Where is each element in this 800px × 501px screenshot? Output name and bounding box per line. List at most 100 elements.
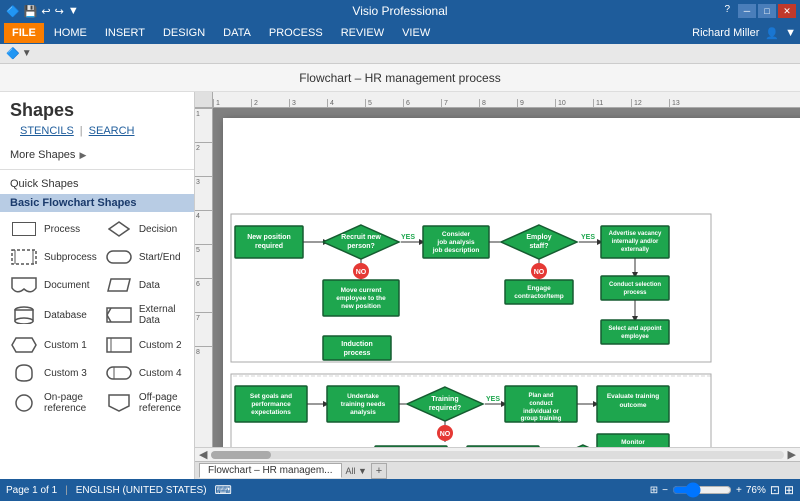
add-page-button[interactable]: + bbox=[371, 463, 387, 479]
svg-text:Select and appoint: Select and appoint bbox=[608, 326, 661, 332]
ruler-horizontal: 1 2 3 4 5 6 7 8 9 10 11 12 13 bbox=[195, 92, 800, 108]
ruler-mark-6: 6 bbox=[403, 99, 441, 107]
shapes-category[interactable]: Basic Flowchart Shapes bbox=[0, 194, 194, 212]
svg-text:job description: job description bbox=[432, 247, 480, 254]
drawing-canvas[interactable]: New position required Recruit new person… bbox=[213, 108, 800, 447]
insert-menu[interactable]: INSERT bbox=[97, 23, 153, 43]
svg-text:training needs: training needs bbox=[341, 401, 386, 408]
ruler-mark-10: 10 bbox=[555, 99, 593, 107]
svg-text:expectations: expectations bbox=[251, 409, 291, 416]
sidebar-divider-1 bbox=[0, 169, 194, 170]
ruler-mark-9: 9 bbox=[517, 99, 555, 107]
close-button[interactable]: ✕ bbox=[778, 4, 796, 18]
restore-button[interactable]: □ bbox=[758, 4, 776, 18]
offpage-ref-icon bbox=[105, 394, 133, 412]
shape-offpage-ref[interactable]: Off-page reference bbox=[103, 390, 186, 416]
scroll-thumb[interactable] bbox=[211, 451, 271, 459]
ruler-v-1: 1 bbox=[195, 108, 212, 142]
shape-startend-label: Start/End bbox=[139, 252, 181, 263]
svg-text:employee to the: employee to the bbox=[336, 295, 386, 302]
language-status: ENGLISH (UNITED STATES) bbox=[76, 485, 207, 496]
scroll-track[interactable] bbox=[211, 451, 783, 459]
user-dropdown[interactable]: ▼ bbox=[785, 27, 796, 39]
subprocess-icon bbox=[10, 248, 38, 266]
flowchart-svg: New position required Recruit new person… bbox=[223, 118, 800, 447]
shape-custom2[interactable]: Custom 2 bbox=[103, 334, 186, 356]
svg-text:NO: NO bbox=[534, 269, 545, 276]
ribbon-icon-1[interactable]: 🔷 bbox=[6, 47, 20, 60]
stencils-tab[interactable]: STENCILS bbox=[20, 125, 74, 137]
all-pages-dropdown[interactable]: All ▼ bbox=[346, 466, 367, 476]
shape-custom3[interactable]: Custom 3 bbox=[8, 362, 99, 384]
database-icon bbox=[10, 306, 38, 324]
ruler-v-4: 4 bbox=[195, 210, 212, 244]
view-menu[interactable]: VIEW bbox=[394, 23, 438, 43]
home-menu[interactable]: HOME bbox=[46, 23, 95, 43]
shape-process[interactable]: Process bbox=[8, 218, 99, 240]
ruler-mark-2: 2 bbox=[251, 99, 289, 107]
data-menu[interactable]: DATA bbox=[215, 23, 259, 43]
shape-decision[interactable]: Decision bbox=[103, 218, 186, 240]
svg-text:process: process bbox=[623, 290, 647, 296]
svg-text:required: required bbox=[255, 243, 283, 250]
svg-text:Engage: Engage bbox=[527, 285, 551, 292]
ruler-mark-5: 5 bbox=[365, 99, 403, 107]
zoom-in-btn[interactable]: + bbox=[736, 485, 742, 496]
document-title: Flowchart – HR management process bbox=[0, 64, 800, 92]
process-menu[interactable]: PROCESS bbox=[261, 23, 331, 43]
scroll-left-btn[interactable]: ◀ bbox=[199, 448, 207, 461]
ruler-mark-8: 8 bbox=[479, 99, 517, 107]
shape-process-label: Process bbox=[44, 224, 80, 235]
quick-redo[interactable]: ↪ bbox=[55, 5, 64, 18]
scroll-right-btn[interactable]: ▶ bbox=[788, 448, 796, 461]
main-content: Shapes STENCILS | SEARCH More Shapes ▶ Q… bbox=[0, 92, 800, 479]
shape-custom4[interactable]: Custom 4 bbox=[103, 362, 186, 384]
svg-text:employee: employee bbox=[621, 334, 649, 340]
shape-custom3-label: Custom 3 bbox=[44, 368, 87, 379]
zoom-out-btn[interactable]: − bbox=[662, 485, 668, 496]
shape-subprocess[interactable]: Subprocess bbox=[8, 246, 99, 268]
quick-save[interactable]: 💾 bbox=[24, 5, 38, 18]
svg-text:staff?: staff? bbox=[529, 243, 548, 250]
more-shapes-header[interactable]: More Shapes ▶ bbox=[0, 145, 194, 165]
shape-startend[interactable]: Start/End bbox=[103, 246, 186, 268]
search-tab[interactable]: SEARCH bbox=[89, 125, 135, 137]
page-number: Page 1 of 1 bbox=[6, 485, 57, 496]
quick-undo[interactable]: ↩ bbox=[41, 5, 50, 18]
shape-decision-label: Decision bbox=[139, 224, 177, 235]
onpage-ref-icon bbox=[10, 394, 38, 412]
review-menu[interactable]: REVIEW bbox=[333, 23, 392, 43]
help-icon[interactable]: ? bbox=[724, 4, 730, 18]
quick-customize[interactable]: ▼ bbox=[68, 5, 79, 17]
custom2-icon bbox=[105, 336, 133, 354]
file-menu[interactable]: FILE bbox=[4, 23, 44, 43]
tab-separator: | bbox=[80, 125, 83, 137]
separator-1: | bbox=[65, 485, 68, 496]
shape-onpage-ref[interactable]: On-page reference bbox=[8, 390, 99, 416]
page-tab[interactable]: Flowchart – HR managem... bbox=[199, 463, 342, 478]
quick-shapes-label: Quick Shapes bbox=[0, 174, 194, 194]
fit-width-btn[interactable]: ⊞ bbox=[784, 483, 794, 497]
svg-text:new position: new position bbox=[341, 303, 381, 310]
shape-external-data[interactable]: External Data bbox=[103, 302, 186, 328]
svg-text:Conduct selection: Conduct selection bbox=[609, 282, 661, 288]
ribbon-label: ▼ bbox=[22, 48, 32, 59]
minimize-button[interactable]: ─ bbox=[738, 4, 756, 18]
horizontal-scrollbar[interactable]: ◀ ▶ bbox=[195, 447, 800, 461]
zoom-slider[interactable] bbox=[672, 482, 732, 498]
shape-subprocess-label: Subprocess bbox=[44, 252, 97, 263]
svg-text:Undertake: Undertake bbox=[347, 393, 379, 400]
ruler-v-2: 2 bbox=[195, 142, 212, 176]
shape-document[interactable]: Document bbox=[8, 274, 99, 296]
menu-bar: FILE HOME INSERT DESIGN DATA PROCESS REV… bbox=[0, 22, 800, 44]
app-icon: 🔷 bbox=[6, 5, 20, 18]
canvas-scroll[interactable]: 1 2 3 4 5 6 7 8 New p bbox=[195, 108, 800, 447]
shape-custom1[interactable]: Custom 1 bbox=[8, 334, 99, 356]
fit-icon[interactable]: ⊞ bbox=[650, 485, 658, 496]
shape-data[interactable]: Data bbox=[103, 274, 186, 296]
fit-page-btn[interactable]: ⊡ bbox=[770, 483, 780, 497]
design-menu[interactable]: DESIGN bbox=[155, 23, 213, 43]
user-avatar: 👤 bbox=[765, 27, 779, 40]
shape-database[interactable]: Database bbox=[8, 302, 99, 328]
title-left: 🔷 💾 ↩ ↪ ▼ bbox=[6, 5, 79, 18]
